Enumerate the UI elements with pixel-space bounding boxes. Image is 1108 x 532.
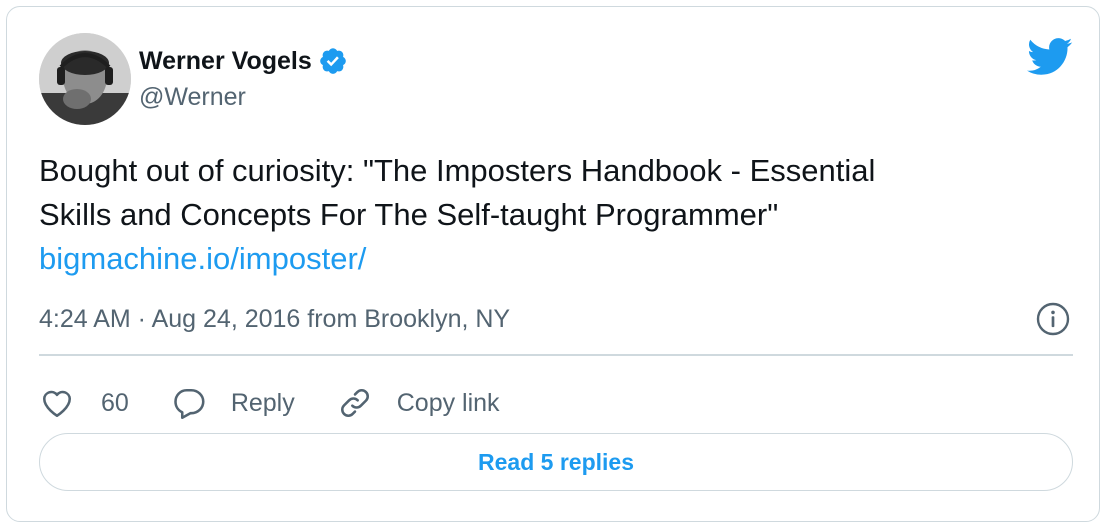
speech-bubble-icon xyxy=(174,388,205,419)
tweet-time[interactable]: 4:24 AM xyxy=(39,305,131,333)
meta-separator: · xyxy=(130,305,152,333)
reply-label: Reply xyxy=(230,388,295,417)
tweet-link[interactable]: bigmachine.io/imposter/ xyxy=(39,237,1089,281)
divider xyxy=(39,354,1073,356)
tweet-text-line-2: Skills and Concepts For The Self-taught … xyxy=(39,197,779,232)
tweet-text-line-1: Bought out of curiosity: "The Imposters … xyxy=(39,153,876,188)
author-display-name[interactable]: Werner Vogels xyxy=(139,45,312,77)
copy-link-label: Copy link xyxy=(396,388,500,417)
copy-link-button[interactable]: Copy link xyxy=(337,385,500,421)
avatar[interactable] xyxy=(39,33,131,125)
read-replies-label: Read 5 replies xyxy=(478,448,634,475)
heart-icon xyxy=(42,390,72,418)
tweet-meta: 4:24 AM · Aug 24, 2016 from Brooklyn, NY xyxy=(39,303,510,335)
tweet-actions: 60 Reply Copy link xyxy=(39,378,542,428)
author-name-row[interactable]: Werner Vogels xyxy=(139,45,348,77)
tweet-location: from Brooklyn, NY xyxy=(300,305,511,333)
link-icon xyxy=(340,389,369,417)
reply-button[interactable]: Reply xyxy=(171,385,295,421)
like-button[interactable]: 60 xyxy=(39,385,129,421)
author-handle[interactable]: @Werner xyxy=(139,81,348,113)
verified-badge-icon xyxy=(318,46,348,76)
twitter-bird-icon[interactable] xyxy=(1027,37,1073,77)
tweet-date[interactable]: Aug 24, 2016 xyxy=(152,305,301,333)
like-count: 60 xyxy=(101,388,129,417)
avatar-photo xyxy=(39,33,131,125)
info-icon[interactable] xyxy=(1035,301,1071,337)
author-block: Werner Vogels @Werner xyxy=(139,45,348,113)
tweet-card: Werner Vogels @Werner Bought out of curi… xyxy=(6,6,1100,522)
tweet-text: Bought out of curiosity: "The Imposters … xyxy=(39,149,1089,281)
read-replies-button[interactable]: Read 5 replies xyxy=(39,433,1073,491)
